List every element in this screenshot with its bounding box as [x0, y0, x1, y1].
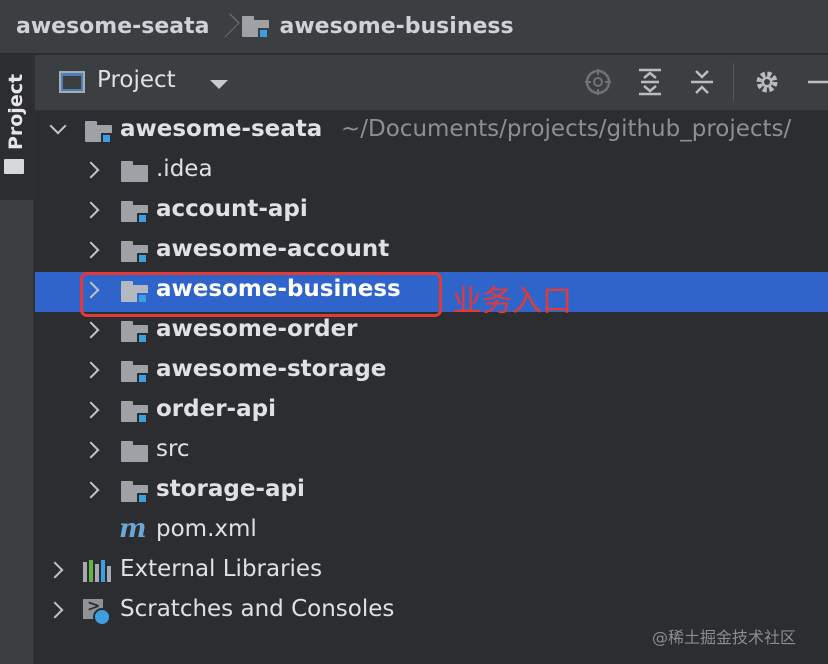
tree-row[interactable]: storage-api	[35, 472, 828, 512]
tree-row-external-libraries[interactable]: External Libraries	[35, 552, 828, 592]
breadcrumb-module-label: awesome-business	[279, 14, 514, 39]
tree-item-label: awesome-account	[156, 236, 390, 262]
tree-item-label: Scratches and Consoles	[120, 596, 395, 622]
annotation-highlight-box	[80, 272, 442, 317]
tree-row[interactable]: src	[35, 432, 828, 472]
tree-item-label: pom.xml	[156, 516, 257, 542]
chevron-right-icon[interactable]	[82, 241, 100, 259]
libraries-icon	[83, 560, 111, 582]
folder-icon	[4, 159, 24, 174]
module-folder-icon	[121, 201, 149, 224]
tree-row[interactable]: awesome-order	[35, 312, 828, 352]
tree-row[interactable]: order-api	[35, 392, 828, 432]
chevron-right-icon[interactable]	[82, 201, 100, 219]
project-view-selector[interactable]: Project	[97, 67, 176, 93]
folder-icon	[121, 161, 149, 182]
chevron-right-icon[interactable]	[82, 161, 100, 179]
tree-item-label: account-api	[156, 196, 308, 222]
chevron-down-icon[interactable]	[49, 117, 67, 135]
tree-item-label: awesome-order	[156, 316, 358, 342]
gear-icon[interactable]	[752, 67, 782, 97]
breadcrumb-root-label: awesome-seata	[16, 14, 210, 39]
tree-item-label: src	[156, 436, 190, 462]
scratches-icon	[83, 596, 113, 629]
module-folder-icon	[121, 401, 149, 424]
chevron-right-icon[interactable]	[82, 401, 100, 419]
project-tool-tab[interactable]: Project	[0, 55, 33, 200]
root-path: ~/Documents/projects/github_projects/	[341, 116, 792, 142]
tree-item-label: awesome-storage	[156, 356, 387, 382]
module-folder-icon	[121, 241, 149, 264]
minimize-icon[interactable]	[800, 67, 828, 97]
breadcrumb-item-module[interactable]: awesome-business	[241, 14, 514, 39]
project-window-icon	[59, 71, 85, 93]
maven-icon: m	[119, 514, 147, 544]
tree-row[interactable]: .idea	[35, 152, 828, 192]
annotation-text: 业务入口	[452, 284, 572, 319]
breadcrumb-item-root[interactable]: awesome-seata	[16, 14, 210, 39]
navigation-bar: awesome-seata awesome-business	[0, 0, 828, 54]
project-panel-header: Project	[35, 55, 828, 111]
chevron-right-icon[interactable]	[46, 561, 64, 579]
folder-icon	[121, 441, 149, 462]
chevron-right-icon[interactable]	[82, 361, 100, 379]
tree-item-label: storage-api	[156, 476, 305, 502]
chevron-right-icon[interactable]	[82, 481, 100, 499]
tree-row[interactable]: account-api	[35, 192, 828, 232]
module-folder-icon	[121, 361, 149, 384]
chevron-down-icon[interactable]	[210, 80, 228, 89]
collapse-all-icon[interactable]	[687, 67, 717, 97]
chevron-right-icon[interactable]	[46, 601, 64, 619]
toolbar-divider	[733, 63, 734, 101]
chevron-right-icon[interactable]	[82, 321, 100, 339]
tree-item-label: External Libraries	[120, 556, 323, 582]
chevron-right-icon[interactable]	[82, 441, 100, 459]
watermark: @稀土掘金技术社区	[652, 628, 797, 647]
module-folder-icon	[241, 16, 270, 39]
tree-row-root[interactable]: awesome-seata ~/Documents/projects/githu…	[35, 112, 828, 152]
locate-icon[interactable]	[583, 67, 613, 97]
tree-row[interactable]: m pom.xml	[35, 512, 828, 552]
module-folder-icon	[121, 481, 149, 504]
module-folder-icon	[85, 121, 113, 144]
project-tool-tab-label: Project	[5, 73, 27, 151]
project-tree[interactable]: awesome-seata ~/Documents/projects/githu…	[35, 112, 828, 664]
tree-row[interactable]: awesome-account	[35, 232, 828, 272]
expand-all-icon[interactable]	[635, 67, 665, 97]
tree-row[interactable]: awesome-storage	[35, 352, 828, 392]
module-folder-icon	[121, 321, 149, 344]
root-label: awesome-seata	[120, 116, 323, 142]
breadcrumb-separator-icon	[220, 12, 232, 42]
tool-window-stripe: Project	[0, 55, 34, 664]
tree-item-label: order-api	[156, 396, 276, 422]
tree-item-label: .idea	[156, 156, 213, 182]
